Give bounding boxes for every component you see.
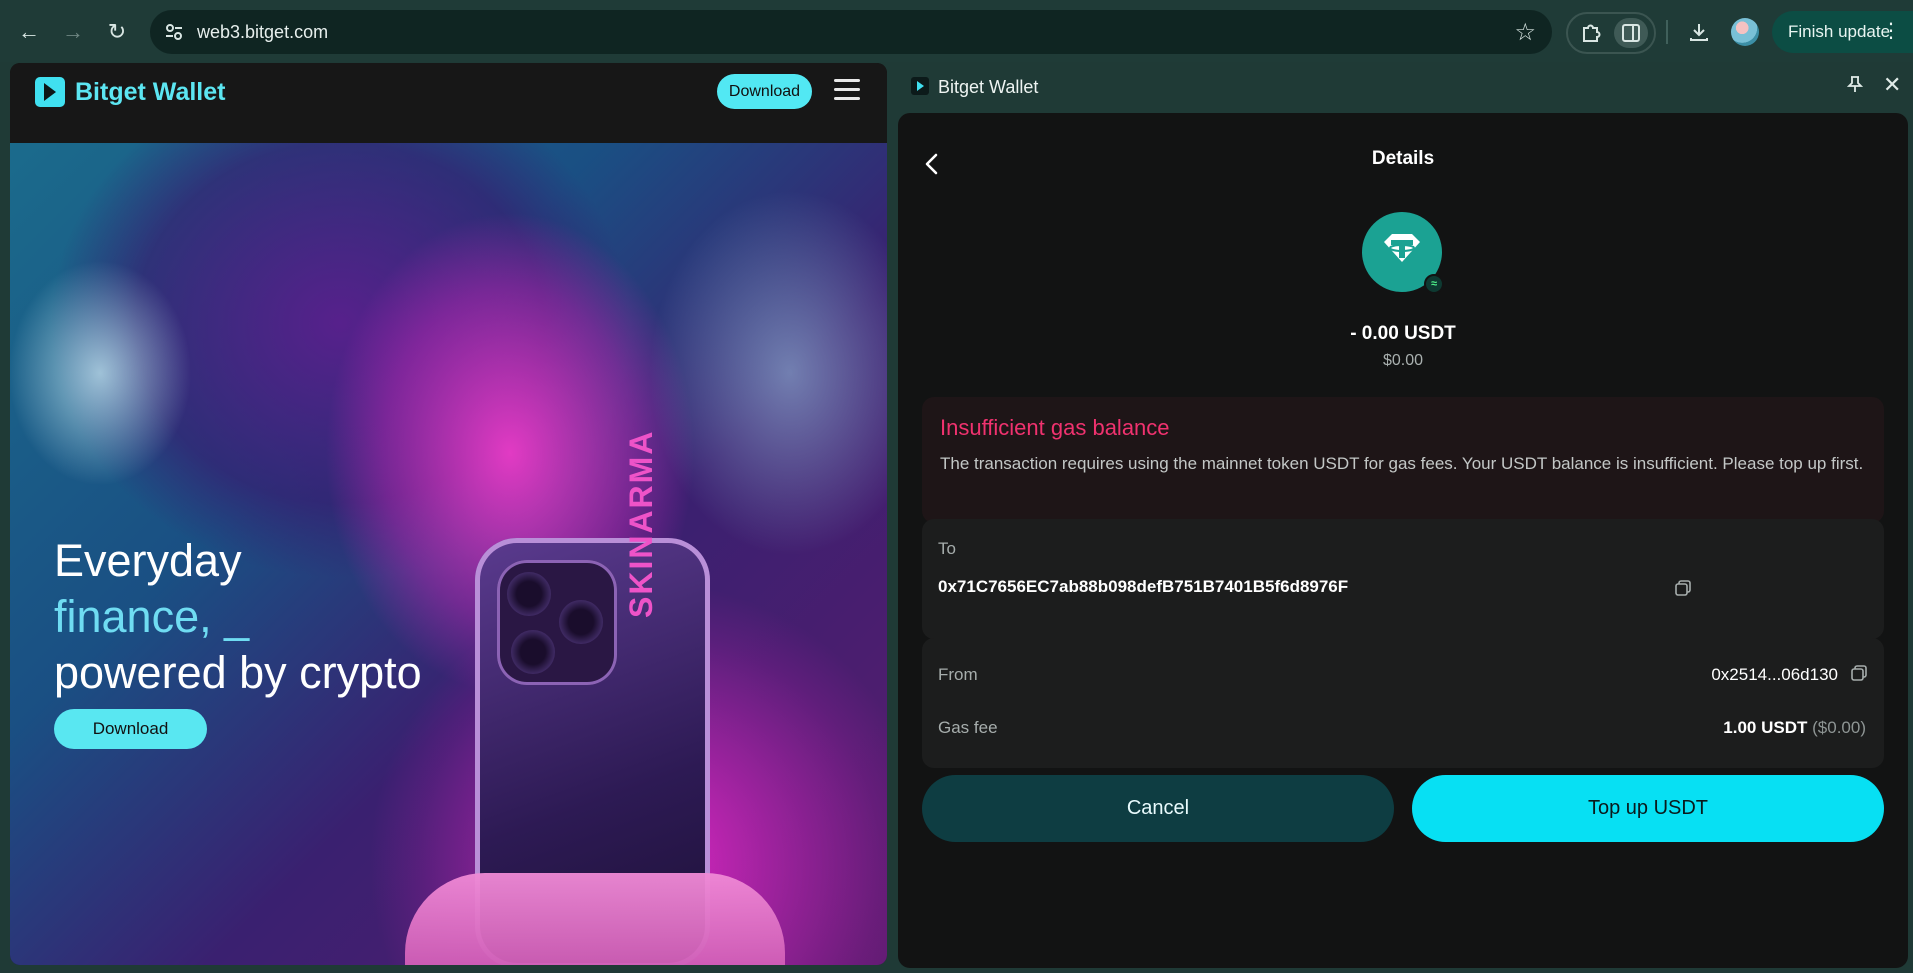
downloads-icon[interactable] <box>1683 16 1715 48</box>
site-settings-icon[interactable] <box>164 22 184 42</box>
browser-toolbar: ← → ↻ web3.bitget.com ☆ Finish update ⋮ <box>0 0 1913 62</box>
transaction-info-card: From 0x2514...06d130 Gas fee 1.00 USDT (… <box>922 638 1884 768</box>
side-panel-header: Bitget Wallet ✕ <box>890 63 1913 111</box>
hero-line-2: finance, _ <box>54 591 250 642</box>
reload-icon[interactable]: ↻ <box>100 15 134 49</box>
brand-name: Bitget Wallet <box>75 77 226 106</box>
warning-body: The transaction requires using the mainn… <box>940 454 1864 473</box>
header-download-button[interactable]: Download <box>717 74 812 109</box>
side-panel-title: Bitget Wallet <box>938 77 1039 97</box>
address-bar[interactable]: web3.bitget.com ☆ <box>150 10 1552 54</box>
transfer-amount: - 0.00 USDT <box>1350 323 1456 344</box>
details-title: Details <box>1371 148 1435 169</box>
profile-avatar[interactable] <box>1731 18 1759 46</box>
bitget-logo-icon <box>35 77 65 107</box>
finish-update-label: Finish update <box>1788 22 1891 41</box>
from-label: From <box>938 665 978 684</box>
chain-badge-icon: ≈ <box>1424 274 1444 294</box>
recipient-card: To 0x71C7656EC7ab88b098defB751B7401B5f6d… <box>922 519 1884 639</box>
gas-fee-label: Gas fee <box>938 718 998 737</box>
to-label: To <box>938 539 956 558</box>
side-panel-icon[interactable] <box>1614 18 1648 48</box>
close-icon[interactable]: ✕ <box>1883 72 1901 98</box>
web-page: Bitget Wallet Download SKINARMA Everyday… <box>10 63 887 965</box>
token-avatar: ≈ <box>1362 212 1444 294</box>
copy-from-address-icon[interactable] <box>1850 664 1868 682</box>
forward-icon[interactable]: → <box>56 15 90 49</box>
site-header: Bitget Wallet Download <box>10 63 887 143</box>
menu-kebab-icon[interactable]: ⋮ <box>1881 21 1901 41</box>
from-address: 0x2514...06d130 <box>1711 665 1838 684</box>
hero-line-1: Everyday <box>54 535 242 586</box>
hero-download-button[interactable]: Download <box>54 709 207 749</box>
insufficient-gas-warning: Insufficient gas balance The transaction… <box>922 397 1884 523</box>
gas-fee-value-group: 1.00 USDT ($0.00) <box>1723 718 1866 738</box>
gas-fee-fiat: ($0.00) <box>1812 718 1866 737</box>
hero-line-3: powered by crypto <box>54 647 422 698</box>
to-address: 0x71C7656EC7ab88b098defB751B7401B5f6d897… <box>938 577 1349 596</box>
hamburger-menu-icon[interactable] <box>834 79 860 101</box>
bookmark-star-icon[interactable]: ☆ <box>1514 18 1536 47</box>
transfer-amount-fiat: $0.00 <box>1382 352 1424 369</box>
warning-title: Insufficient gas balance <box>940 415 1170 440</box>
pin-icon[interactable] <box>1846 75 1864 98</box>
phone-camera-module <box>497 560 617 685</box>
phone-case-brand-text: SKINARMA <box>623 429 659 618</box>
copy-to-address-icon[interactable] <box>1674 579 1692 597</box>
bitget-wallet-logo[interactable]: Bitget Wallet <box>35 77 225 107</box>
back-icon[interactable]: ← <box>12 15 46 49</box>
top-up-usdt-button[interactable]: Top up USDT <box>1412 775 1884 842</box>
hero-banner: SKINARMA Everyday finance, _ powered by … <box>10 143 887 965</box>
hero-hand-image <box>405 873 785 965</box>
wallet-details-view: Details ≈ - 0.00 USDT $0.00 Insufficient… <box>898 113 1908 968</box>
url-text[interactable]: web3.bitget.com <box>197 22 328 43</box>
gas-fee-value: 1.00 USDT <box>1723 718 1808 737</box>
finish-update-button[interactable]: Finish update ⋮ <box>1772 11 1913 53</box>
toolbar-divider <box>1666 20 1668 44</box>
extensions-group <box>1566 12 1656 54</box>
bitget-wallet-icon <box>911 77 929 95</box>
side-panel: Bitget Wallet ✕ Details ≈ - 0.00 USDT $0… <box>890 63 1913 973</box>
extensions-puzzle-icon[interactable] <box>1574 18 1608 48</box>
hero-headline: Everyday finance, _ powered by crypto <box>54 533 422 701</box>
cancel-button[interactable]: Cancel <box>922 775 1394 842</box>
